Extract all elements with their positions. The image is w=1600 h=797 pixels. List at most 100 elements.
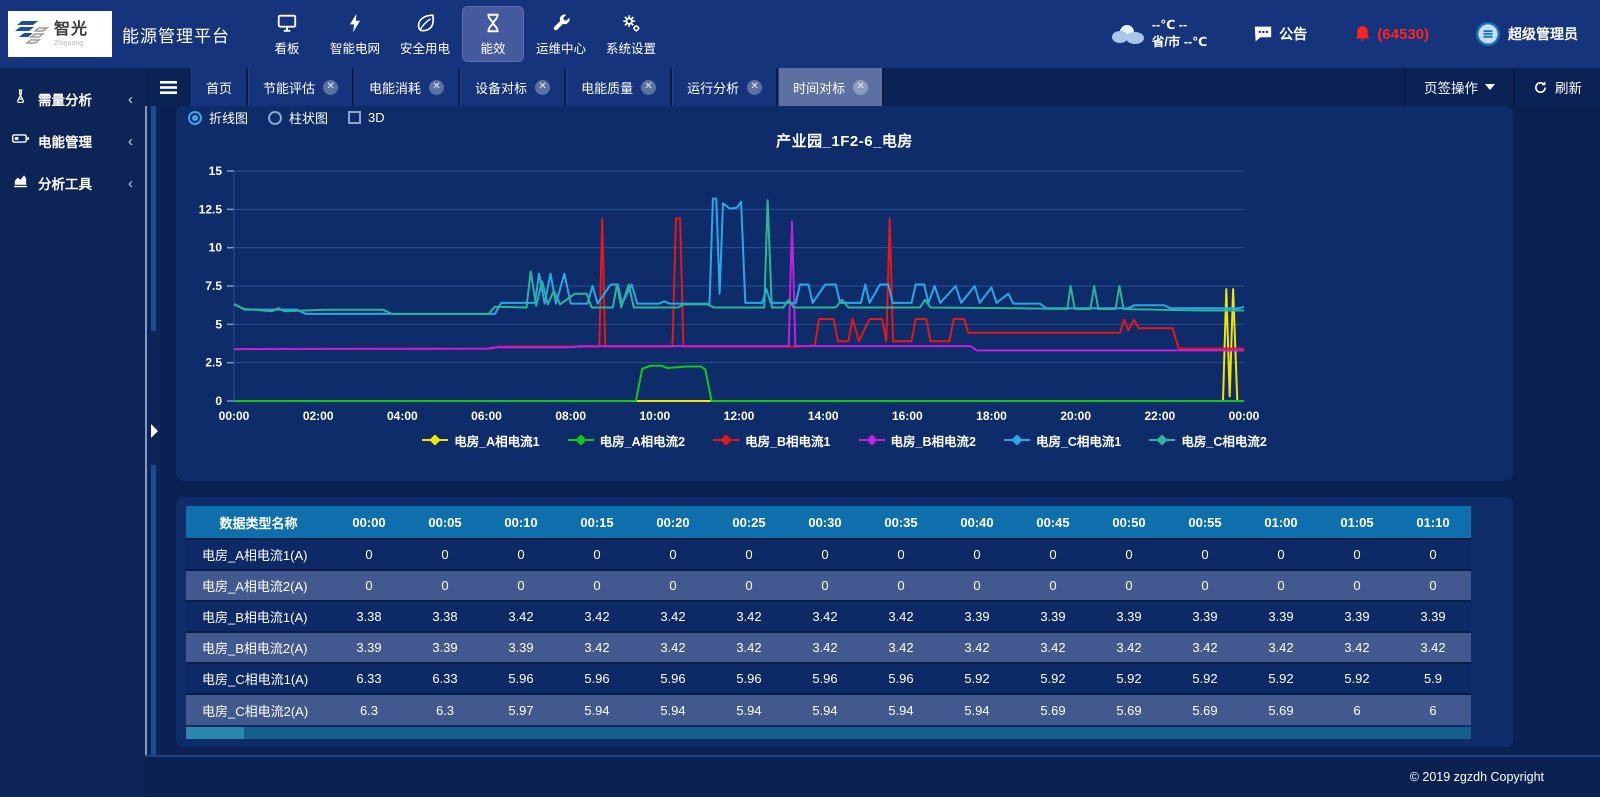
chevron-left-icon: ‹ [128, 91, 133, 108]
row-label: 电房_C相电流2(A) [186, 694, 331, 725]
tab-1[interactable]: 首页 [191, 68, 248, 106]
table-cell: 0 [711, 539, 787, 570]
topnav-item-2[interactable]: 智能电网 [322, 6, 388, 62]
table-cell: 0 [1167, 570, 1243, 601]
tab-2[interactable]: 节能评估 ✕ [248, 68, 354, 106]
table-cell: 0 [1015, 570, 1091, 601]
tab-7[interactable]: 时间对标✕ [778, 68, 884, 106]
area-chart-icon [12, 172, 29, 194]
weather-region: 省/市 --℃ [1152, 34, 1207, 52]
legend-item[interactable]: 电房_C相电流2 [1149, 431, 1266, 450]
battery-icon [12, 130, 29, 152]
sidebar-collapse-handle[interactable] [151, 424, 158, 438]
legend-label: 电房_B相电流2 [891, 431, 976, 450]
topnav-item-5[interactable]: 运维中心 [528, 6, 594, 62]
user-menu[interactable]: 超级管理员 [1475, 21, 1578, 47]
3d-label: 3D [368, 110, 385, 125]
svg-text:00:00: 00:00 [219, 409, 250, 423]
close-icon[interactable]: ✕ [853, 80, 868, 95]
sidebar-item-3[interactable]: 分析工具‹ [0, 162, 145, 204]
topnav-item-label: 安全用电 [400, 38, 450, 57]
tab-5[interactable]: 电能质量 ✕ [566, 68, 672, 106]
tab-3[interactable]: 电能消耗✕ [354, 68, 460, 106]
table-cell: 3.42 [787, 601, 863, 632]
topnav-item-6[interactable]: 系统设置 [598, 6, 664, 62]
close-icon[interactable]: ✕ [641, 80, 656, 95]
line-chart[interactable]: 02.557.51012.51500:0002:0004:0006:0008:0… [176, 153, 1513, 429]
table-row: 电房_C相电流2(A)6.36.35.975.945.945.945.945.9… [186, 694, 1471, 725]
table-cell: 5.94 [863, 694, 939, 725]
3d-checkbox[interactable]: 3D [348, 110, 385, 125]
svg-text:7.5: 7.5 [205, 279, 222, 293]
line-chart-label: 折线图 [209, 108, 248, 127]
legend-item[interactable]: 电房_C相电流1 [1004, 431, 1121, 450]
data-table-panel: 数据类型名称00:0000:0500:1000:1500:2000:2500:3… [176, 497, 1513, 747]
table-cell: 3.39 [1167, 601, 1243, 632]
table-cell: 5.96 [483, 663, 559, 694]
table-cell: 5.92 [1091, 663, 1167, 694]
close-icon[interactable]: ✕ [747, 80, 762, 95]
tab-label: 电能质量 [581, 78, 633, 97]
table-cell: 0 [939, 539, 1015, 570]
table-header-cell: 00:35 [863, 506, 939, 539]
tab-operations-label: 页签操作 [1424, 77, 1478, 97]
table-cell: 3.39 [483, 632, 559, 663]
announcement-button[interactable]: 公告 [1253, 24, 1307, 44]
alerts-button[interactable]: (64530) [1353, 24, 1429, 44]
table-cell: 5.96 [787, 663, 863, 694]
svg-text:02:00: 02:00 [303, 409, 334, 423]
chart-legend: 电房_A相电流1 电房_A相电流2 电房_B相电流1 电房_B相电流2 电房_C相电流1… [176, 431, 1513, 450]
copyright-text: © 2019 zgzdh Copyright [1410, 770, 1544, 784]
table-cell: 3.42 [863, 601, 939, 632]
svg-text:20:00: 20:00 [1060, 409, 1091, 423]
tab-operations-dropdown[interactable]: 页签操作 [1404, 68, 1513, 106]
topnav-item-1[interactable]: 看板 [256, 6, 318, 62]
close-icon[interactable]: ✕ [429, 80, 444, 95]
table-cell: 3.42 [1319, 632, 1395, 663]
sidebar-item-label: 分析工具 [38, 173, 92, 193]
table-cell: 3.39 [1395, 601, 1471, 632]
sidebar-item-label: 需量分析 [38, 89, 92, 109]
svg-text:0: 0 [215, 394, 222, 408]
chart-panel: 折线图 柱状图 3D 产业园_1F2-6_电房 02.557.51012.515… [176, 106, 1513, 481]
table-horizontal-scrollbar[interactable] [186, 727, 1471, 739]
topnav-item-label: 智能电网 [330, 38, 380, 57]
legend-item[interactable]: 电房_A相电流1 [422, 431, 539, 450]
topnav-item-label: 能效 [481, 38, 506, 57]
svg-text:16:00: 16:00 [892, 409, 923, 423]
close-icon[interactable]: ✕ [535, 80, 550, 95]
table-cell: 5.92 [1319, 663, 1395, 694]
legend-item[interactable]: 电房_A相电流2 [568, 431, 685, 450]
line-chart-radio[interactable]: 折线图 [188, 108, 248, 127]
sidebar-item-2[interactable]: 电能管理‹ [0, 120, 145, 162]
table-header-cell: 00:20 [635, 506, 711, 539]
tab-4[interactable]: 设备对标✕ [460, 68, 566, 106]
radio-icon [268, 111, 282, 125]
topnav-item-4[interactable]: 能效 [462, 6, 524, 62]
tab-6[interactable]: 运行分析✕ [672, 68, 778, 106]
hourglass-icon [482, 12, 504, 34]
table-cell: 3.39 [407, 632, 483, 663]
tab-label: 首页 [206, 78, 232, 97]
table-cell: 5.94 [939, 694, 1015, 725]
sidebar-item-1[interactable]: 需量分析 ‹ [0, 78, 145, 120]
topnav-item-3[interactable]: 安全用电 [392, 6, 458, 62]
tab-label: 节能评估 [263, 78, 315, 97]
avatar-icon [1475, 21, 1501, 47]
close-icon[interactable]: ✕ [323, 80, 338, 95]
series-电房_C相电流2 [234, 200, 1244, 314]
table-cell: 3.42 [1395, 632, 1471, 663]
refresh-button[interactable]: 刷新 [1513, 68, 1600, 106]
table-cell: 3.38 [407, 601, 483, 632]
bar-chart-radio[interactable]: 柱状图 [268, 108, 328, 127]
sidebar-collapse-strip [145, 106, 160, 755]
hamburger-menu-icon[interactable] [145, 68, 191, 106]
scrollbar-thumb[interactable] [186, 727, 244, 739]
table-cell: 5.69 [1167, 694, 1243, 725]
legend-marker-icon [1004, 434, 1030, 448]
legend-item[interactable]: 电房_B相电流1 [713, 431, 830, 450]
table-header-cell: 00:00 [331, 506, 407, 539]
legend-marker-icon [713, 434, 739, 448]
legend-item[interactable]: 电房_B相电流2 [859, 431, 976, 450]
svg-text:15: 15 [209, 164, 223, 178]
